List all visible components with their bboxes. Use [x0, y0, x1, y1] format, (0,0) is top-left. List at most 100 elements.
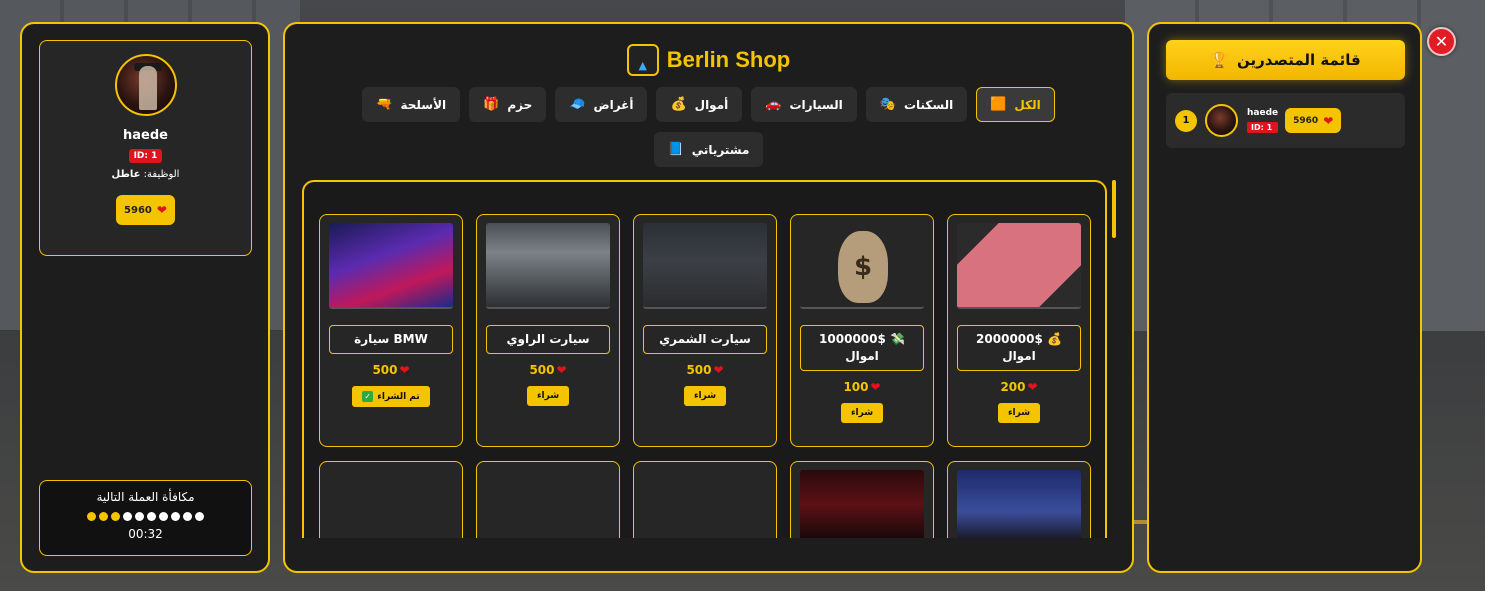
leader-coins: 5960 ❤ — [1285, 108, 1342, 133]
coin-amount: 5960 — [1293, 115, 1319, 126]
money-bag-image: $ — [800, 223, 924, 309]
batman-skin-image — [957, 470, 1081, 538]
progress-dot — [99, 512, 108, 521]
tab-2[interactable]: السيارات 🚗 — [751, 87, 857, 122]
shop-panel: ▲ Berlin Shop الكل 🟧 السكنات 🎭 السيارات 🚗 أموا… — [283, 22, 1134, 573]
tab-1[interactable]: السكنات 🎭 — [865, 87, 968, 122]
progress-dot — [87, 512, 96, 521]
cash-stacks-image — [329, 470, 453, 538]
job-value: عاطل — [111, 169, 141, 180]
progress-dot — [147, 512, 156, 521]
shop-item-card — [319, 461, 463, 538]
tab-icon: 🚗 — [765, 97, 782, 112]
profile-card: haede ID: 1 الوظيفة: عاطل 5960 ❤ — [39, 40, 252, 256]
profile-name: haede — [123, 128, 168, 143]
heart-coin-icon: ❤ — [1323, 113, 1334, 128]
house-icon: ▲ — [626, 44, 659, 76]
heart-coin-icon: ❤ — [713, 363, 724, 377]
tab-label: حزم — [507, 97, 533, 112]
tab-0[interactable]: الكل 🟧 — [976, 87, 1055, 122]
tab-icon: 📘 — [667, 142, 684, 157]
next-reward-box: مكافأة العملة التالية 00:32 — [39, 480, 252, 556]
item-price: 500 ❤ — [529, 363, 566, 377]
button-label: شراء — [1007, 407, 1031, 418]
rank-badge: 1 — [1175, 109, 1197, 132]
shop-item-card — [476, 461, 620, 538]
leaderboard-panel: قائمة المتصدرين 🏆 1 haede ID: 1 5960 ❤ — [1147, 22, 1422, 573]
progress-dot — [159, 512, 168, 521]
shop-item-card: سيارت الشمري 500 ❤ شراء — [633, 214, 777, 447]
item-price: 100 ❤ — [843, 380, 880, 394]
leader-id-badge: ID: 1 — [1247, 122, 1279, 133]
item-name-box: BMW سيارة — [329, 325, 453, 354]
item-category: اموال — [845, 348, 879, 363]
progress-dot — [135, 512, 144, 521]
shop-item-card — [790, 461, 934, 538]
shop-item-card: سيارت الراوي 500 ❤ شراء — [476, 214, 620, 447]
leader-name: haede — [1247, 108, 1279, 118]
heart-coin-icon: ❤ — [870, 379, 881, 394]
price-value: 100 — [843, 379, 869, 394]
job-label: الوظيفة: — [143, 169, 180, 180]
avatar — [114, 54, 177, 116]
buy-button[interactable]: شراء — [526, 386, 570, 406]
item-name: سيارت الراوي — [506, 332, 590, 347]
item-price: 200 ❤ — [1000, 380, 1037, 394]
shop-item-card — [633, 461, 777, 538]
close-button[interactable]: ✕ — [1427, 27, 1456, 56]
tab-label: مشترياتي — [691, 142, 750, 157]
scrollbar[interactable] — [1112, 180, 1116, 238]
tab-icon: 🧢 — [569, 97, 586, 112]
shop-item-card: BMW سيارة 500 ❤ تم الشراء ✓ — [319, 214, 463, 447]
buy-button[interactable]: شراء — [683, 386, 727, 406]
button-label: شراء — [693, 391, 717, 401]
buy-button[interactable]: شراء — [997, 402, 1041, 423]
reward-title: مكافأة العملة التالية — [96, 490, 195, 504]
item-name: 💰 2000000$ — [976, 332, 1062, 346]
shop-header: ▲ Berlin Shop — [285, 44, 1132, 76]
grey-road-car-image — [486, 223, 610, 309]
tab-6[interactable]: الأسلحة 🔫 — [362, 87, 461, 122]
button-label: شراء — [850, 407, 874, 418]
category-tabs: الكل 🟧 السكنات 🎭 السيارات 🚗 أموال 💰 أغراض 🧢 حزم 🎁 ال… — [355, 87, 1062, 167]
reward-progress-dots — [40, 512, 251, 521]
shop-item-card: 💰 2000000$ اموال 200 ❤ شراء — [947, 214, 1091, 447]
tab-4[interactable]: أغراض 🧢 — [555, 87, 648, 122]
tab-3[interactable]: أموال 💰 — [656, 87, 743, 122]
profile-panel: haede ID: 1 الوظيفة: عاطل 5960 ❤ مكافأة … — [20, 22, 270, 573]
price-value: 500 — [529, 363, 555, 377]
leaderboard-entry: 1 haede ID: 1 5960 ❤ — [1166, 93, 1405, 148]
item-name-box: 💰 2000000$ اموال — [957, 325, 1081, 371]
heart-coin-icon: ❤ — [156, 203, 167, 217]
job-line: الوظيفة: عاطل — [112, 169, 180, 180]
tab-label: السكنات — [903, 97, 954, 112]
item-price: 500 ❤ — [372, 363, 409, 377]
progress-dot — [111, 512, 120, 521]
heart-coin-icon: ❤ — [399, 363, 410, 377]
progress-dot — [123, 512, 132, 521]
tab-icon: 🔫 — [376, 97, 393, 112]
item-name: BMW سيارة — [354, 332, 428, 347]
tab-label: السيارات — [789, 97, 843, 112]
reward-timer: 00:32 — [128, 527, 163, 541]
progress-dot — [195, 512, 204, 521]
tab-7[interactable]: مشترياتي 📘 — [653, 132, 764, 167]
shop-title: Berlin Shop — [666, 47, 791, 72]
tab-5[interactable]: حزم 🎁 — [469, 87, 547, 122]
items-grid: 💰 2000000$ اموال 200 ❤ شراء $ 💸 1000000$ اموال 1… — [319, 214, 1091, 538]
progress-dot — [171, 512, 180, 521]
neon-car-image — [329, 223, 453, 309]
money-roll-image — [643, 470, 767, 538]
purchased-button[interactable]: تم الشراء ✓ — [352, 386, 430, 407]
tab-icon: 💰 — [670, 97, 687, 112]
leader-info: haede ID: 1 — [1247, 108, 1279, 133]
leaderboard-title-text: قائمة المتصدرين — [1237, 51, 1361, 69]
buy-button[interactable]: شراء — [840, 402, 884, 423]
road-marking — [1134, 520, 1148, 524]
price-value: 500 — [686, 363, 712, 377]
items-grid-area[interactable]: 💰 2000000$ اموال 200 ❤ شراء $ 💸 1000000$ اموال 1… — [302, 180, 1107, 538]
price-value: 500 — [372, 363, 398, 377]
tab-icon: 🎭 — [879, 97, 896, 112]
check-icon: ✓ — [362, 391, 374, 402]
price-value: 200 — [1000, 379, 1026, 394]
